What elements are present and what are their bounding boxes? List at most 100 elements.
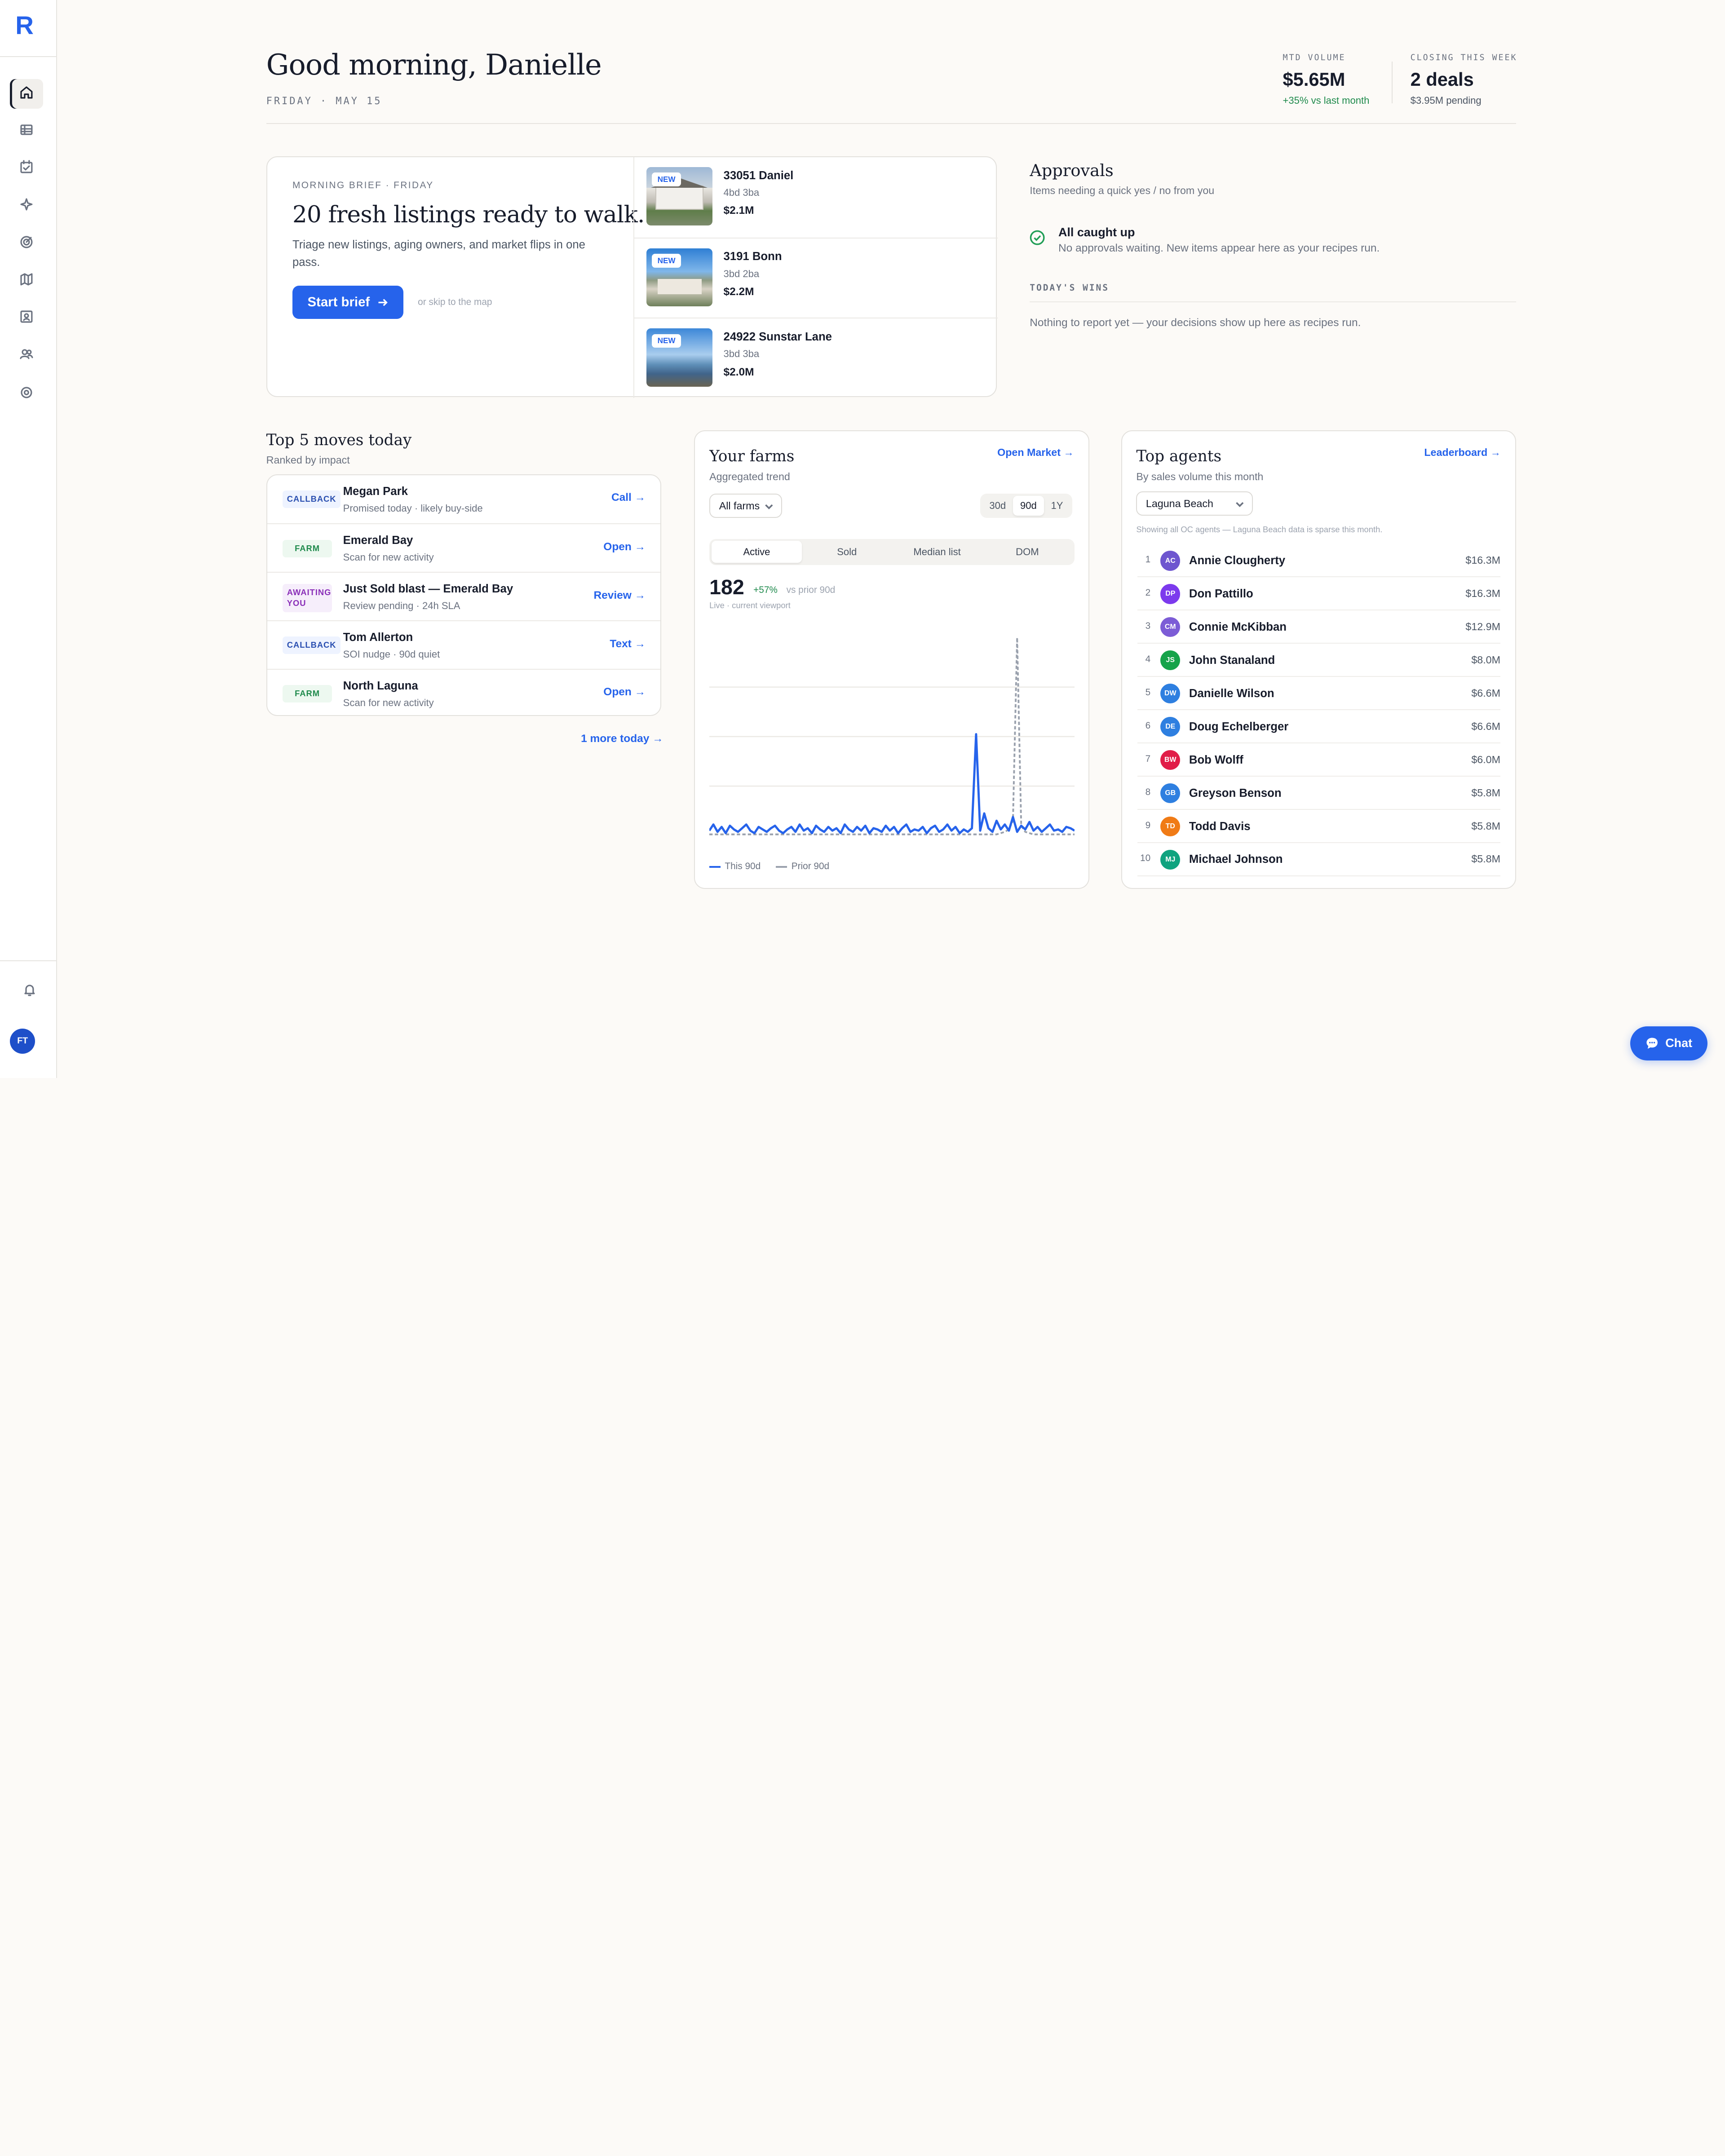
sidebar-item-targets[interactable] (10, 229, 43, 258)
tab-median-list[interactable]: Median list (892, 541, 982, 563)
agent-rank: 2 (1145, 587, 1151, 598)
farm-filter-select[interactable]: All farms (709, 494, 782, 518)
agent-rank: 6 (1145, 720, 1151, 731)
agent-name: Annie Clougherty (1189, 554, 1286, 567)
range-30d[interactable]: 30d (982, 496, 1013, 516)
range-90d[interactable]: 90d (1013, 496, 1044, 516)
sidebar-item-home[interactable] (10, 79, 43, 109)
app-logo[interactable]: R (15, 11, 34, 40)
move-action-button[interactable]: Review → (594, 589, 646, 602)
arrow-right-icon: → (634, 589, 646, 601)
chart-legend: This 90d Prior 90d (709, 861, 829, 872)
agent-rank: 8 (1145, 786, 1151, 797)
agent-row[interactable]: 2 DP Don Pattillo $16.3M (1137, 578, 1500, 611)
sidebar: R FT (0, 0, 58, 1078)
move-action-button[interactable]: Open → (603, 686, 646, 698)
tab-active[interactable]: Active (712, 541, 802, 563)
move-title: Just Sold blast — Emerald Bay (343, 583, 513, 596)
listing-address: 24922 Sunstar Lane (723, 331, 832, 344)
move-sub: Promised today · likely buy-side (343, 502, 483, 514)
leaderboard-label: Leaderboard (1424, 446, 1488, 458)
agent-volume: $12.9M (1465, 620, 1500, 632)
move-action-button[interactable]: Call → (611, 491, 646, 504)
tab-dom[interactable]: DOM (982, 541, 1072, 563)
listing-card[interactable]: NEW 3191 Bonn 3bd 2ba $2.2M (633, 237, 998, 318)
todays-wins-label: TODAY'S WINS (1030, 283, 1109, 293)
sidebar-item-team[interactable] (10, 341, 43, 371)
agent-row[interactable]: 5 DW Danielle Wilson $6.6M (1137, 677, 1500, 711)
morning-brief-card: MORNING BRIEF · FRIDAY 20 fresh listings… (266, 156, 998, 398)
move-row[interactable]: CALLBACK Tom Allerton SOI nudge · 90d qu… (267, 620, 660, 669)
open-market-link[interactable]: Open Market → (997, 446, 1074, 459)
agent-rank: 10 (1140, 853, 1151, 864)
sidebar-item-map[interactable] (10, 266, 43, 296)
skip-to-map-link[interactable]: or skip to the map (418, 297, 492, 308)
wins-divider (1030, 301, 1516, 302)
agent-row[interactable]: 6 DE Doug Echelberger $6.6M (1137, 711, 1500, 744)
farms-card: Your farms Aggregated trend Open Market … (694, 430, 1089, 889)
move-tag: FARM (282, 539, 332, 557)
move-tag: CALLBACK (282, 636, 341, 654)
farm-filter-value: All farms (719, 499, 760, 512)
agent-row[interactable]: 7 BW Bob Wolff $6.0M (1137, 744, 1500, 777)
chat-label: Chat (1665, 1036, 1693, 1050)
move-row[interactable]: FARM Emerald Bay Scan for new activity O… (267, 523, 660, 572)
arrow-right-icon: → (652, 733, 663, 745)
listing-card[interactable]: NEW 24922 Sunstar Lane 3bd 3ba $2.0M (633, 318, 998, 398)
agent-row[interactable]: 9 TD Todd Davis $5.8M (1137, 810, 1500, 843)
series-prior-90d (709, 636, 1075, 836)
check-circle-icon (1030, 230, 1045, 245)
user-avatar[interactable]: FT (10, 1028, 35, 1054)
move-action-button[interactable]: Open → (603, 541, 646, 553)
sidebar-item-settings[interactable] (10, 380, 43, 409)
contact-card-icon (19, 309, 34, 328)
listing-card[interactable]: NEW 33051 Daniel 4bd 3ba $2.1M (633, 157, 998, 238)
move-title: North Laguna (343, 679, 418, 692)
agent-row[interactable]: 3 CM Connie McKibban $12.9M (1137, 611, 1500, 644)
notifications-button[interactable] (13, 977, 46, 1007)
brief-kicker: MORNING BRIEF · FRIDAY (292, 180, 434, 191)
farm-trend-chart (709, 636, 1075, 836)
agent-avatar: BW (1160, 750, 1181, 770)
area-select[interactable]: Laguna Beach (1136, 491, 1253, 516)
range-1y[interactable]: 1Y (1044, 496, 1070, 516)
sidebar-item-listings[interactable] (10, 117, 43, 146)
agent-avatar: DP (1160, 584, 1181, 604)
new-badge: NEW (652, 253, 681, 268)
tab-sold[interactable]: Sold (802, 541, 892, 563)
moves-subtitle: Ranked by impact (266, 454, 350, 466)
move-action-button[interactable]: Text → (610, 638, 646, 650)
agent-row[interactable]: 8 GB Greyson Benson $5.8M (1137, 777, 1500, 810)
agent-volume: $5.8M (1471, 820, 1500, 832)
agent-row[interactable]: 10 MJ Michael Johnson $5.8M (1137, 843, 1500, 876)
chat-button[interactable]: Chat (1630, 1026, 1707, 1060)
metric-note: Live · current viewport (709, 600, 791, 610)
agent-name: Connie McKibban (1189, 620, 1287, 633)
farms-title: Your farms (709, 447, 795, 466)
home-icon (19, 84, 34, 104)
more-moves-link[interactable]: 1 more today → (581, 733, 663, 745)
agent-volume: $5.8M (1471, 853, 1500, 865)
start-brief-button[interactable]: Start brief (292, 286, 404, 319)
listing-price: $2.0M (723, 366, 754, 378)
arrow-right-icon: → (634, 541, 646, 553)
agent-name: Danielle Wilson (1189, 687, 1274, 700)
arrow-right-icon: → (634, 491, 646, 504)
move-title: Megan Park (343, 485, 408, 498)
move-tag: AWAITING YOU (282, 583, 332, 613)
move-row[interactable]: CALLBACK Megan Park Promised today · lik… (267, 475, 660, 524)
move-row[interactable]: FARM North Laguna Scan for new activity … (267, 668, 660, 716)
move-sub: Scan for new activity (343, 697, 434, 708)
leaderboard-link[interactable]: Leaderboard → (1424, 446, 1501, 459)
agent-volume: $6.0M (1471, 753, 1500, 765)
agent-row[interactable]: 4 JS John Stanaland $8.0M (1137, 644, 1500, 677)
sidebar-item-tasks[interactable] (10, 154, 43, 184)
area-value: Laguna Beach (1146, 497, 1213, 509)
agent-avatar: GB (1160, 783, 1181, 804)
move-row[interactable]: AWAITING YOU Just Sold blast — Emerald B… (267, 572, 660, 620)
agent-row[interactable]: 1 AC Annie Clougherty $16.3M (1137, 544, 1500, 578)
sidebar-item-ai[interactable] (10, 191, 43, 221)
brief-title: 20 fresh listings ready to walk. (292, 201, 645, 228)
target-icon (19, 234, 34, 253)
sidebar-item-contacts[interactable] (10, 304, 43, 333)
